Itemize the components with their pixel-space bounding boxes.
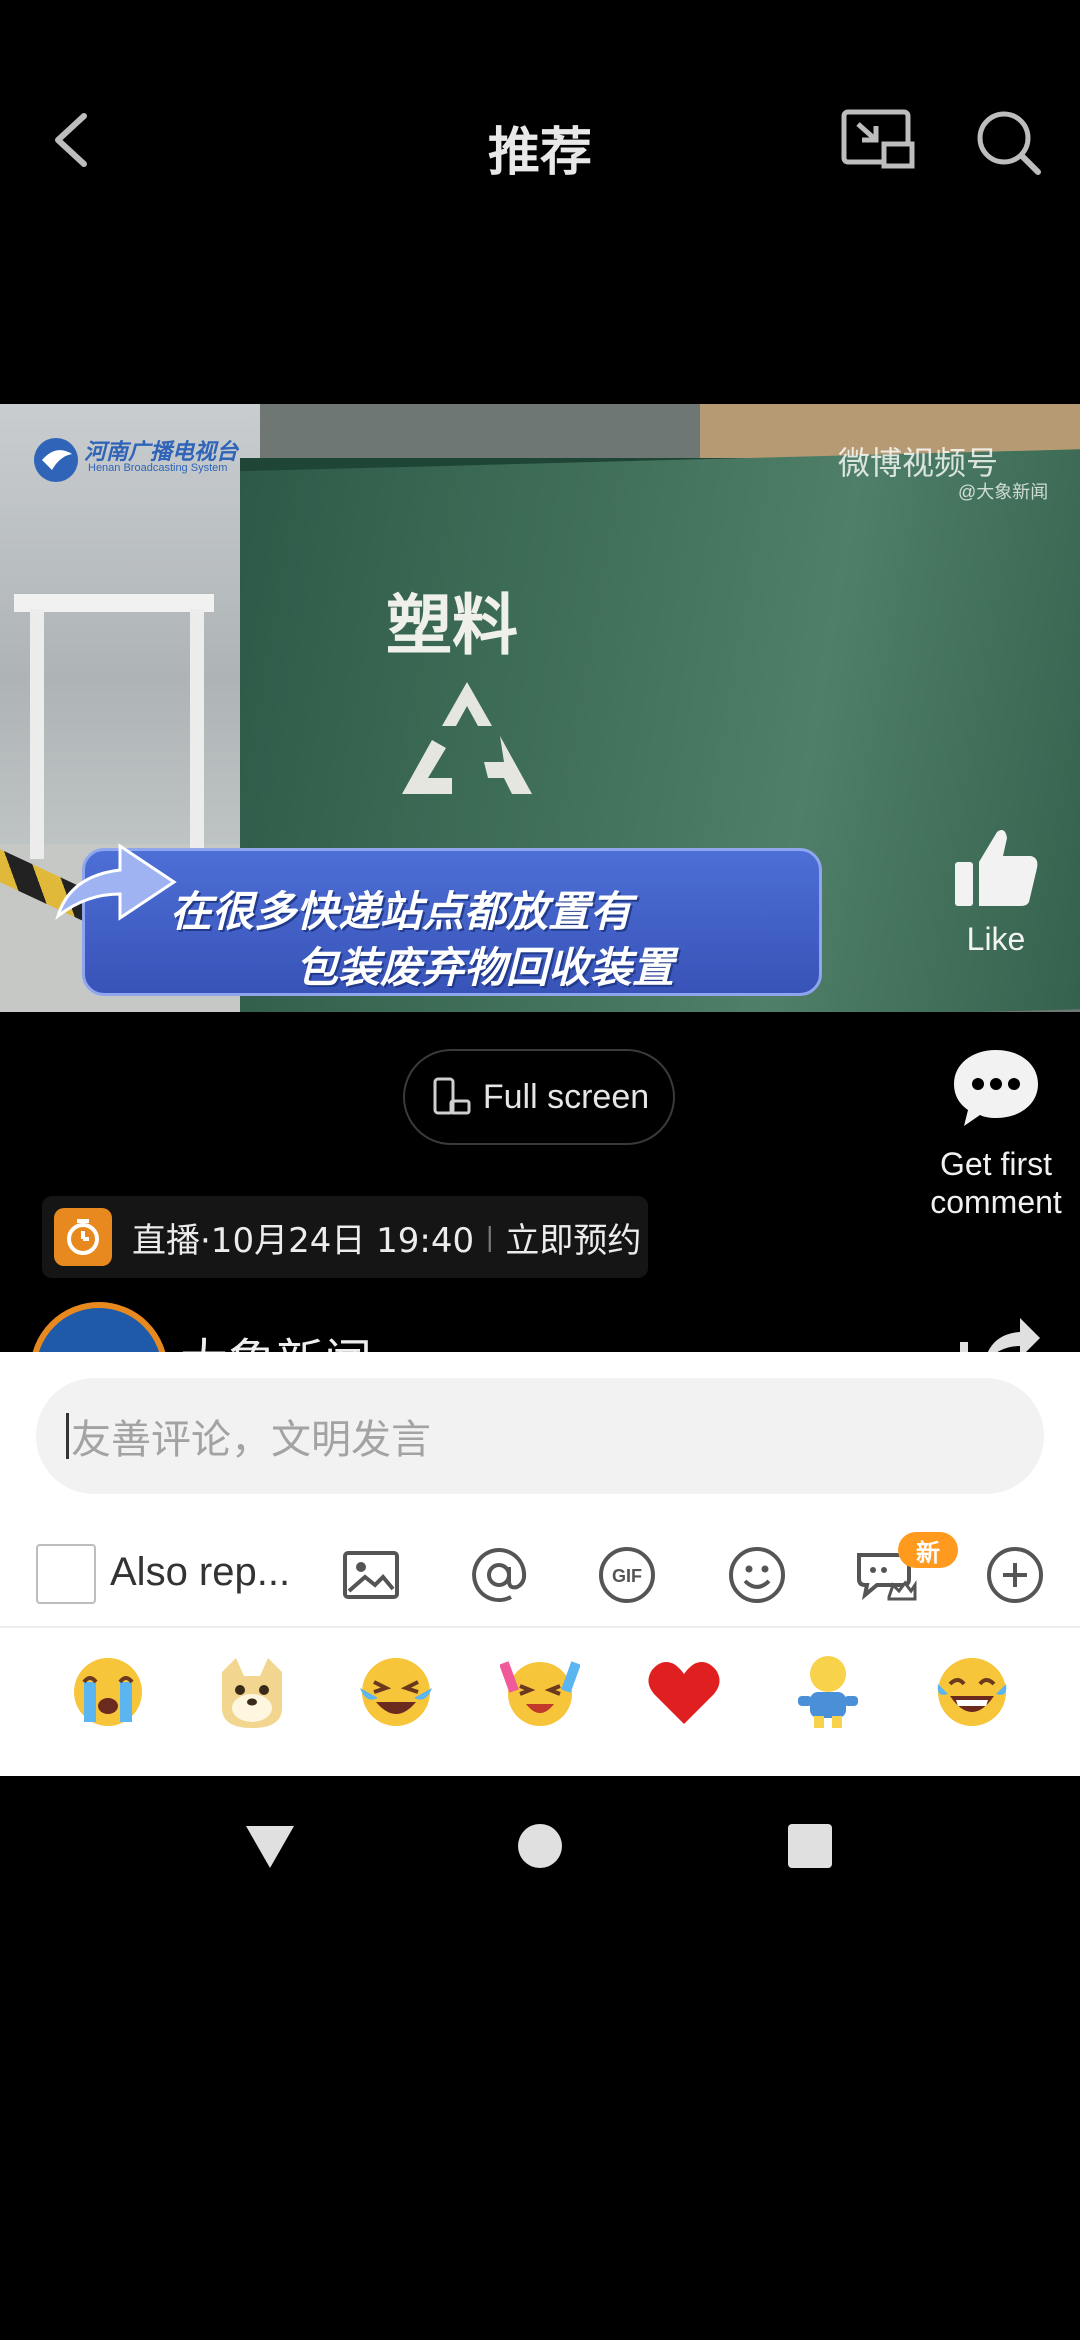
gif-icon: GIF bbox=[599, 1547, 655, 1603]
like-label: Like bbox=[966, 921, 1026, 957]
fullscreen-button[interactable]: Full screen bbox=[403, 1049, 675, 1145]
like-button[interactable]: Like bbox=[950, 822, 1042, 972]
video-table bbox=[14, 594, 214, 612]
emoji-icon bbox=[729, 1547, 785, 1603]
comment-sheet: 友善评论，文明发言 Also rep... GIF 新 bbox=[0, 1352, 1080, 1776]
video-table-leg bbox=[30, 609, 44, 859]
red-heart-emoji[interactable] bbox=[644, 1652, 724, 1732]
caption-line-2: 包装废弃物回收装置 bbox=[296, 943, 675, 992]
live-time: 直播·10月24日 19:40 bbox=[132, 1220, 475, 1261]
little-man-emoji[interactable] bbox=[788, 1652, 868, 1732]
nav-recents-icon[interactable] bbox=[782, 1818, 838, 1874]
comment-label-line-1: Get first bbox=[939, 1146, 1052, 1182]
recycle-icon bbox=[402, 682, 532, 794]
quick-emoji-row bbox=[0, 1642, 1080, 1764]
nav-home-icon[interactable] bbox=[512, 1818, 568, 1874]
caption-line-1: 在很多快递站点都放置有 bbox=[170, 887, 633, 936]
video-table-leg bbox=[190, 609, 204, 879]
joy-face-emoji[interactable] bbox=[932, 1652, 1012, 1732]
also-repost-label[interactable]: Also rep... bbox=[110, 1550, 290, 1595]
emoji-button[interactable] bbox=[724, 1542, 790, 1608]
live-separator: | bbox=[486, 1221, 494, 1252]
divider bbox=[0, 1626, 1080, 1628]
comment-label: Get first comment bbox=[900, 1145, 1080, 1221]
laughing-tears-emoji[interactable] bbox=[356, 1652, 436, 1732]
pip-button[interactable] bbox=[838, 102, 918, 182]
at-icon bbox=[472, 1548, 527, 1603]
search-icon bbox=[977, 111, 1041, 175]
rotate-phone-icon bbox=[433, 1077, 471, 1115]
clock-icon bbox=[54, 1208, 112, 1266]
comment-label-line-2: comment bbox=[930, 1184, 1062, 1220]
comment-bubble-icon bbox=[954, 1050, 1038, 1126]
also-repost-checkbox[interactable] bbox=[36, 1544, 96, 1604]
comment-input[interactable]: 友善评论，文明发言 bbox=[36, 1378, 1044, 1494]
plus-icon bbox=[987, 1547, 1043, 1603]
scene-label-plastic: 塑料 bbox=[386, 587, 518, 664]
crying-face-emoji[interactable] bbox=[68, 1652, 148, 1732]
comment-placeholder: 友善评论，文明发言 bbox=[71, 1417, 431, 1463]
more-button[interactable] bbox=[982, 1542, 1048, 1608]
video-player[interactable]: 塑料 河南广播电视台 Henan Broadcasting System 微博视… bbox=[0, 404, 1080, 1012]
doge-emoji[interactable] bbox=[212, 1652, 292, 1732]
excited-face-emoji[interactable] bbox=[500, 1652, 580, 1732]
comment-toolbar: Also rep... GIF 新 bbox=[0, 1524, 1080, 1624]
top-bar: 推荐 bbox=[0, 80, 1080, 200]
new-badge: 新 bbox=[898, 1532, 958, 1568]
caption-arrow-icon bbox=[55, 843, 177, 921]
nav-back-icon[interactable] bbox=[242, 1818, 298, 1874]
image-button[interactable] bbox=[338, 1542, 404, 1608]
svg-text:GIF: GIF bbox=[612, 1566, 642, 1586]
page-title: 推荐 bbox=[487, 123, 592, 183]
mention-button[interactable] bbox=[466, 1542, 532, 1608]
reserve-link[interactable]: 立即预约 bbox=[505, 1213, 641, 1262]
image-icon bbox=[343, 1551, 399, 1599]
watermark-sub: @大象新闻 bbox=[958, 482, 1049, 502]
comment-button[interactable]: Get first comment bbox=[900, 1046, 1080, 1221]
picture-in-picture-icon bbox=[841, 109, 915, 169]
search-button[interactable] bbox=[968, 102, 1048, 182]
system-nav-bar bbox=[0, 1776, 1080, 1912]
live-reservation-banner[interactable]: 直播·10月24日 19:40 | 立即预约 bbox=[42, 1196, 648, 1278]
screen: 推荐 塑料 河南广播电视台 Henan Broadcasting System … bbox=[0, 0, 1080, 2340]
gif-button[interactable]: GIF bbox=[594, 1542, 660, 1608]
text-cursor bbox=[66, 1413, 69, 1459]
thumbs-up-icon bbox=[955, 830, 1038, 906]
fullscreen-label: Full screen bbox=[482, 1077, 650, 1116]
station-logo-subtext: Henan Broadcasting System bbox=[88, 462, 228, 474]
